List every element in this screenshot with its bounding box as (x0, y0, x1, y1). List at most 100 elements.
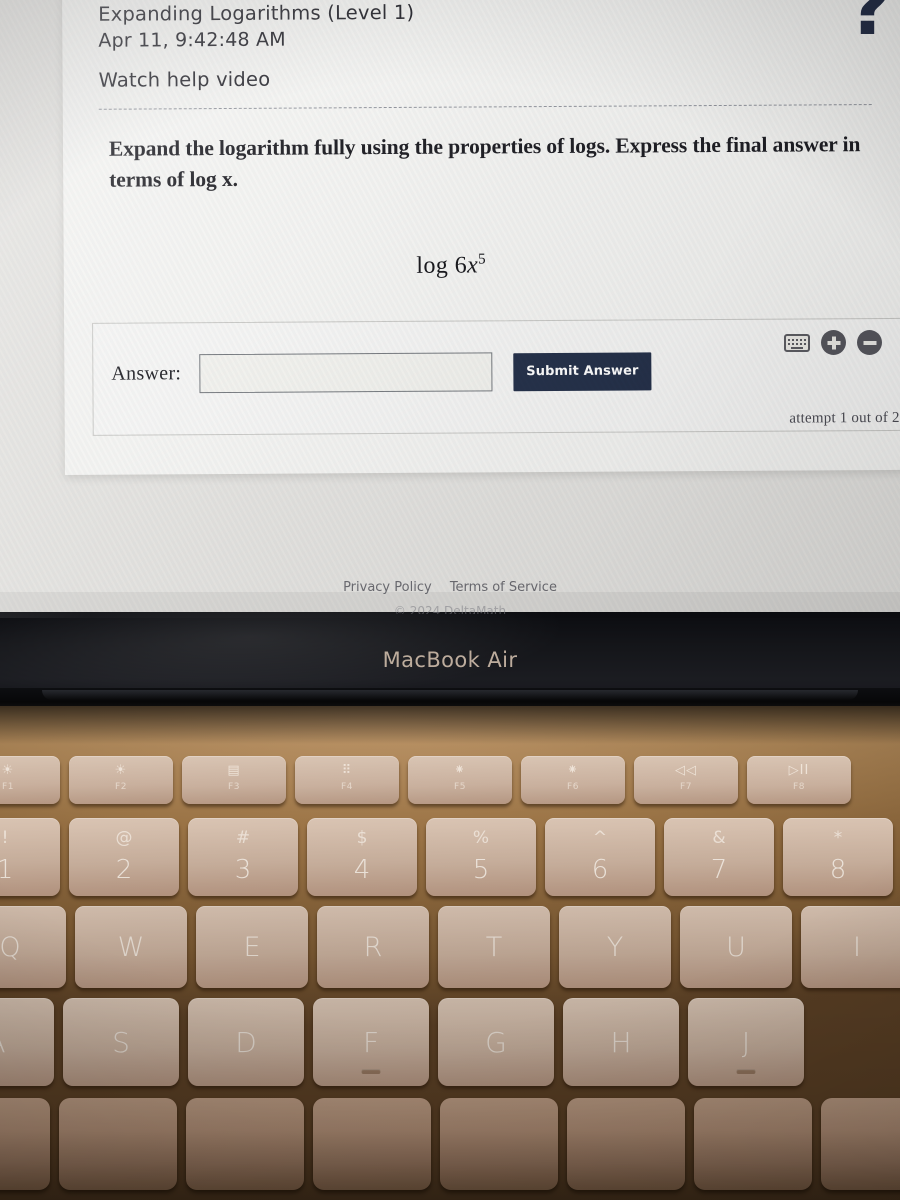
key-bottom-5[interactable] (440, 1098, 558, 1190)
key-bottom-2[interactable] (59, 1098, 177, 1190)
key-f3[interactable]: ▤ F3 (182, 756, 286, 804)
key-f2[interactable]: ☀ F2 (69, 756, 173, 804)
brightness-up-icon: ☀ (114, 763, 128, 778)
key-t[interactable]: T (438, 906, 550, 988)
key-label: 2 (115, 855, 133, 885)
key-f8[interactable]: ▷II F8 (747, 756, 851, 804)
watch-help-video-link[interactable]: Watch help video (85, 63, 886, 94)
number-key-row: ! 1 @ 2 # 3 $ 4 % 5 ^ 6 & 7 * 8 (0, 818, 893, 896)
attempt-counter: attempt 1 out of 2 (789, 409, 900, 427)
answer-region: Answer: Submit Answer attempt 1 out of 2 (92, 317, 900, 436)
submit-answer-button[interactable]: Submit Answer (513, 351, 652, 391)
answer-label: Answer: (111, 362, 182, 385)
key-i[interactable]: I (801, 906, 900, 988)
expression-variable: x (466, 252, 479, 279)
homing-bar-icon (361, 1069, 381, 1074)
key-shift-label: @ (115, 828, 133, 848)
play-pause-icon: ▷II (788, 763, 810, 778)
key-shift-label: ! (1, 828, 9, 848)
keyboard-light-up-icon: ⁕ (567, 763, 579, 778)
key-a[interactable]: A (0, 998, 54, 1086)
zoom-out-icon[interactable] (857, 330, 882, 355)
key-3[interactable]: # 3 (188, 818, 298, 896)
keyboard-icon[interactable] (784, 333, 810, 352)
key-f5[interactable]: ⁕ F5 (408, 756, 512, 804)
key-label: Q (0, 931, 21, 963)
privacy-policy-link[interactable]: Privacy Policy (343, 580, 432, 595)
key-d[interactable]: D (188, 998, 304, 1086)
key-label: F6 (566, 782, 580, 792)
key-label: D (235, 1025, 257, 1059)
key-label: F5 (453, 782, 467, 792)
key-j[interactable]: J (688, 998, 804, 1086)
key-f6[interactable]: ⁕ F6 (521, 756, 625, 804)
brightness-down-icon: ☀ (1, 763, 15, 778)
problem-timestamp: Apr 11, 9:42:48 AM (98, 28, 286, 52)
key-w[interactable]: W (75, 906, 187, 988)
key-shift-label: # (235, 828, 251, 848)
expression-log-operator: log (416, 252, 449, 279)
key-u[interactable]: U (680, 906, 792, 988)
keyboard-deck: ☀ F1 ☀ F2 ▤ F3 ⠿ F4 ⁕ F5 ⁕ F6 ◁◁ F7 ▷II … (0, 706, 900, 1200)
key-4[interactable]: $ 4 (307, 818, 417, 896)
key-f7[interactable]: ◁◁ F7 (634, 756, 738, 804)
key-6[interactable]: ^ 6 (545, 818, 655, 896)
key-label: I (853, 931, 861, 963)
keyboard-light-down-icon: ⁕ (454, 763, 466, 778)
toolbar (784, 330, 882, 355)
key-bottom-7[interactable] (694, 1098, 812, 1190)
rewind-icon: ◁◁ (675, 763, 697, 778)
key-e[interactable]: E (196, 906, 308, 988)
key-s[interactable]: S (63, 998, 179, 1086)
key-f[interactable]: F (313, 998, 429, 1086)
key-label: T (485, 931, 503, 963)
key-bottom-3[interactable] (186, 1098, 304, 1190)
key-2[interactable]: @ 2 (69, 818, 179, 896)
key-bottom-6[interactable] (567, 1098, 685, 1190)
key-shift-label: * (833, 828, 843, 848)
expression-exponent: 5 (478, 251, 487, 268)
question-mark-icon[interactable]: ? (848, 0, 892, 46)
key-label: H (610, 1025, 632, 1059)
key-h[interactable]: H (563, 998, 679, 1086)
key-label: 7 (710, 855, 728, 885)
key-f4[interactable]: ⠿ F4 (295, 756, 399, 804)
key-5[interactable]: % 5 (426, 818, 536, 896)
key-bottom-4[interactable] (313, 1098, 431, 1190)
key-label: F8 (792, 782, 806, 792)
key-label: 8 (829, 855, 847, 885)
key-bottom-8[interactable] (821, 1098, 900, 1190)
terms-of-service-link[interactable]: Terms of Service (450, 580, 557, 595)
key-r[interactable]: R (317, 906, 429, 988)
key-shift-label: & (712, 828, 726, 848)
problem-instructions: Expand the logarithm fully using the pro… (108, 132, 861, 192)
key-8[interactable]: * 8 (783, 818, 893, 896)
key-label: F4 (340, 782, 354, 792)
key-label: G (485, 1025, 507, 1059)
key-label: J (741, 1025, 751, 1059)
key-f1[interactable]: ☀ F1 (0, 756, 60, 804)
key-label: Y (606, 931, 624, 963)
key-shift-label: ^ (592, 828, 608, 848)
key-bottom-1[interactable] (0, 1098, 50, 1190)
key-y[interactable]: Y (559, 906, 671, 988)
key-1[interactable]: ! 1 (0, 818, 60, 896)
key-label: S (112, 1025, 130, 1059)
key-q[interactable]: Q (0, 906, 66, 988)
key-label: 1 (0, 855, 14, 885)
answer-input[interactable] (199, 352, 493, 394)
key-label: 3 (234, 855, 252, 885)
function-key-row: ☀ F1 ☀ F2 ▤ F3 ⠿ F4 ⁕ F5 ⁕ F6 ◁◁ F7 ▷II … (0, 756, 851, 804)
mission-control-icon: ▤ (227, 763, 241, 778)
key-7[interactable]: & 7 (664, 818, 774, 896)
key-label: F (362, 1025, 380, 1059)
key-label: A (0, 1026, 6, 1059)
zoom-in-icon[interactable] (821, 330, 846, 355)
bottom-key-row-partial (0, 1098, 900, 1190)
key-label: 4 (353, 855, 371, 885)
answer-row: Answer: Submit Answer (111, 351, 652, 394)
problem-card: Expanding Logarithms (Level 1) Apr 11, 9… (62, 0, 900, 475)
key-label: F1 (1, 782, 15, 792)
key-g[interactable]: G (438, 998, 554, 1086)
footer-links: Privacy Policy Terms of Service (0, 580, 900, 595)
